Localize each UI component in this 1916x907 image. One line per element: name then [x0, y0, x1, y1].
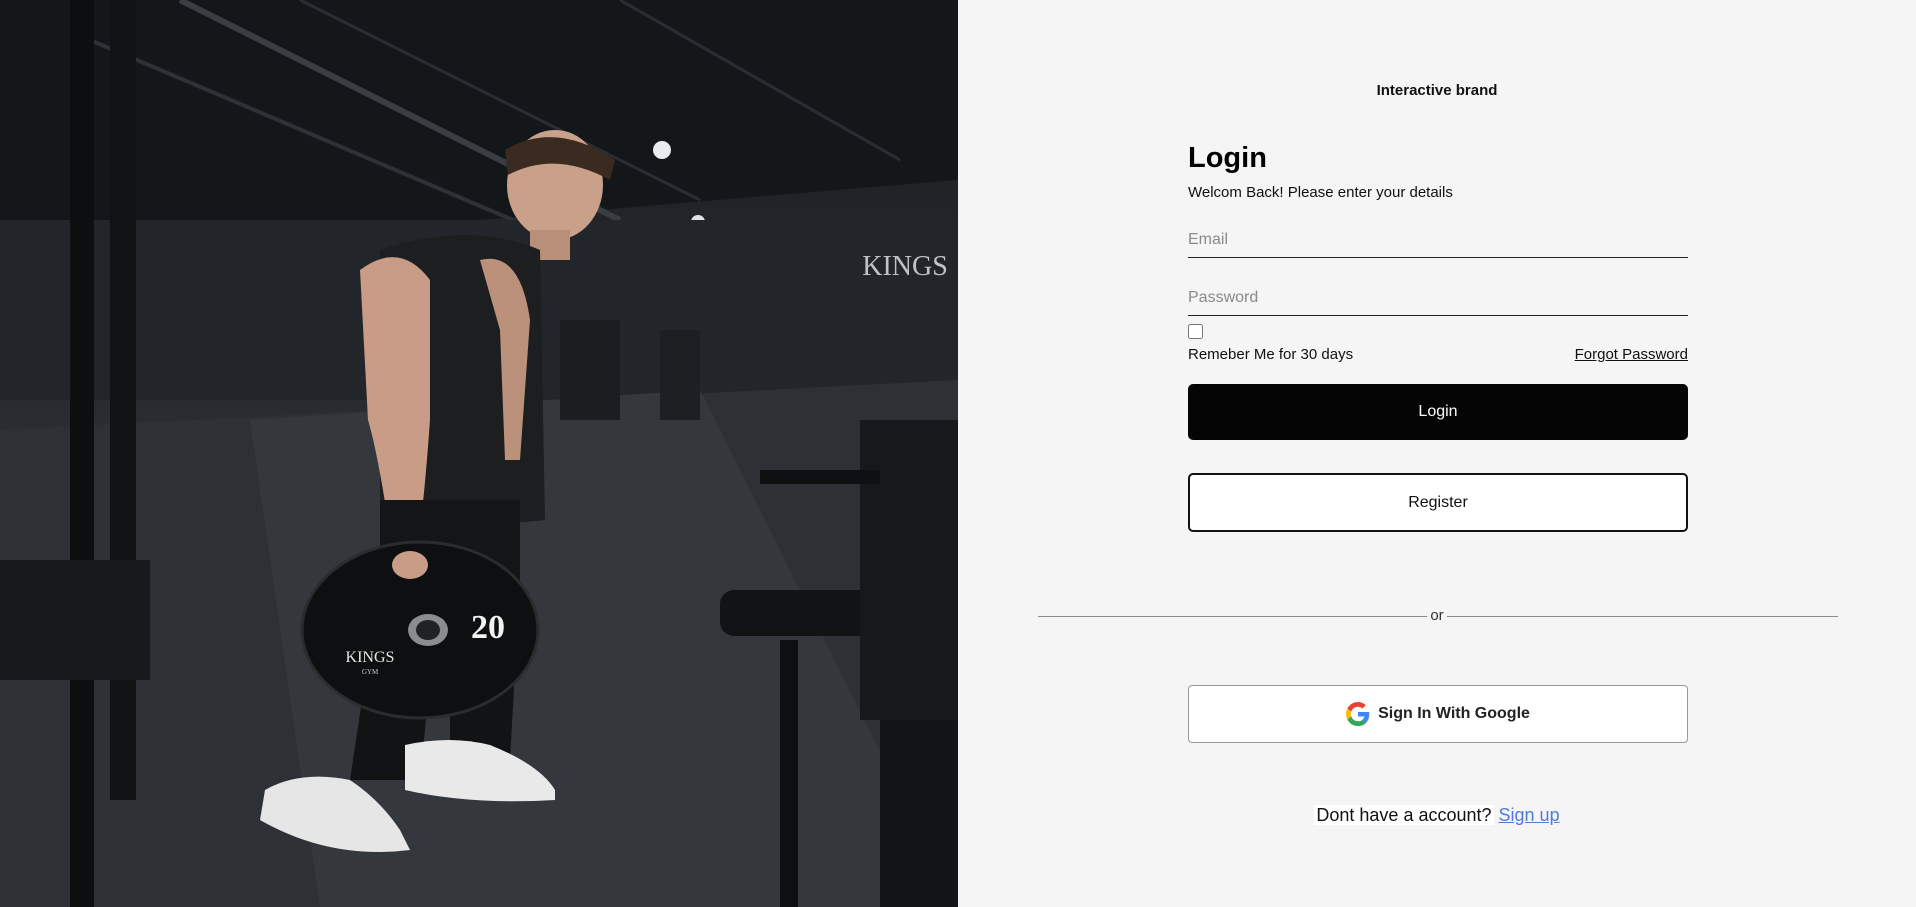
page-title: Login [1188, 142, 1267, 174]
divider-label: or [1427, 607, 1447, 624]
plate-logo: KINGS [346, 649, 395, 666]
login-button[interactable]: Login [1188, 384, 1688, 440]
login-form: Login Welcom Back! Please enter your det… [1188, 138, 1688, 532]
forgot-password-link[interactable]: Forgot Password [1575, 346, 1688, 363]
page-subtitle: Welcom Back! Please enter your details [1188, 184, 1453, 201]
remember-me-label: Remeber Me for 30 days [1188, 346, 1354, 363]
remember-row: Remeber Me for 30 days Forgot Password [1188, 324, 1688, 366]
register-button[interactable]: Register [1188, 473, 1688, 532]
divider-or: or [958, 607, 1916, 624]
email-input[interactable] [1188, 227, 1688, 258]
plate-weight: 20 [471, 609, 505, 646]
brand-name: Interactive brand [1376, 82, 1498, 99]
gym-photo-illustration: KINGS 20 KINGS GYM [0, 0, 958, 907]
sign-up-link[interactable]: Sign up [1499, 805, 1560, 825]
google-sign-in-button[interactable]: Sign In With Google [1188, 685, 1688, 743]
signup-row: Dont have a account? Sign up [958, 805, 1916, 826]
login-page: KINGS 20 KINGS GYM Interactive brand Log… [0, 0, 1916, 907]
login-panel: Interactive brand Login Welcom Back! Ple… [958, 0, 1916, 907]
remember-me-checkbox[interactable] [1188, 324, 1203, 339]
signup-prompt: Dont have a account? [1314, 805, 1494, 825]
password-input[interactable] [1188, 285, 1688, 316]
plate-logo-subtext: GYM [362, 668, 379, 676]
google-sign-in-label: Sign In With Google [1378, 705, 1530, 722]
hero-image: KINGS 20 KINGS GYM [0, 0, 958, 907]
wall-logo: KINGS [862, 251, 948, 282]
google-icon [1346, 702, 1370, 726]
